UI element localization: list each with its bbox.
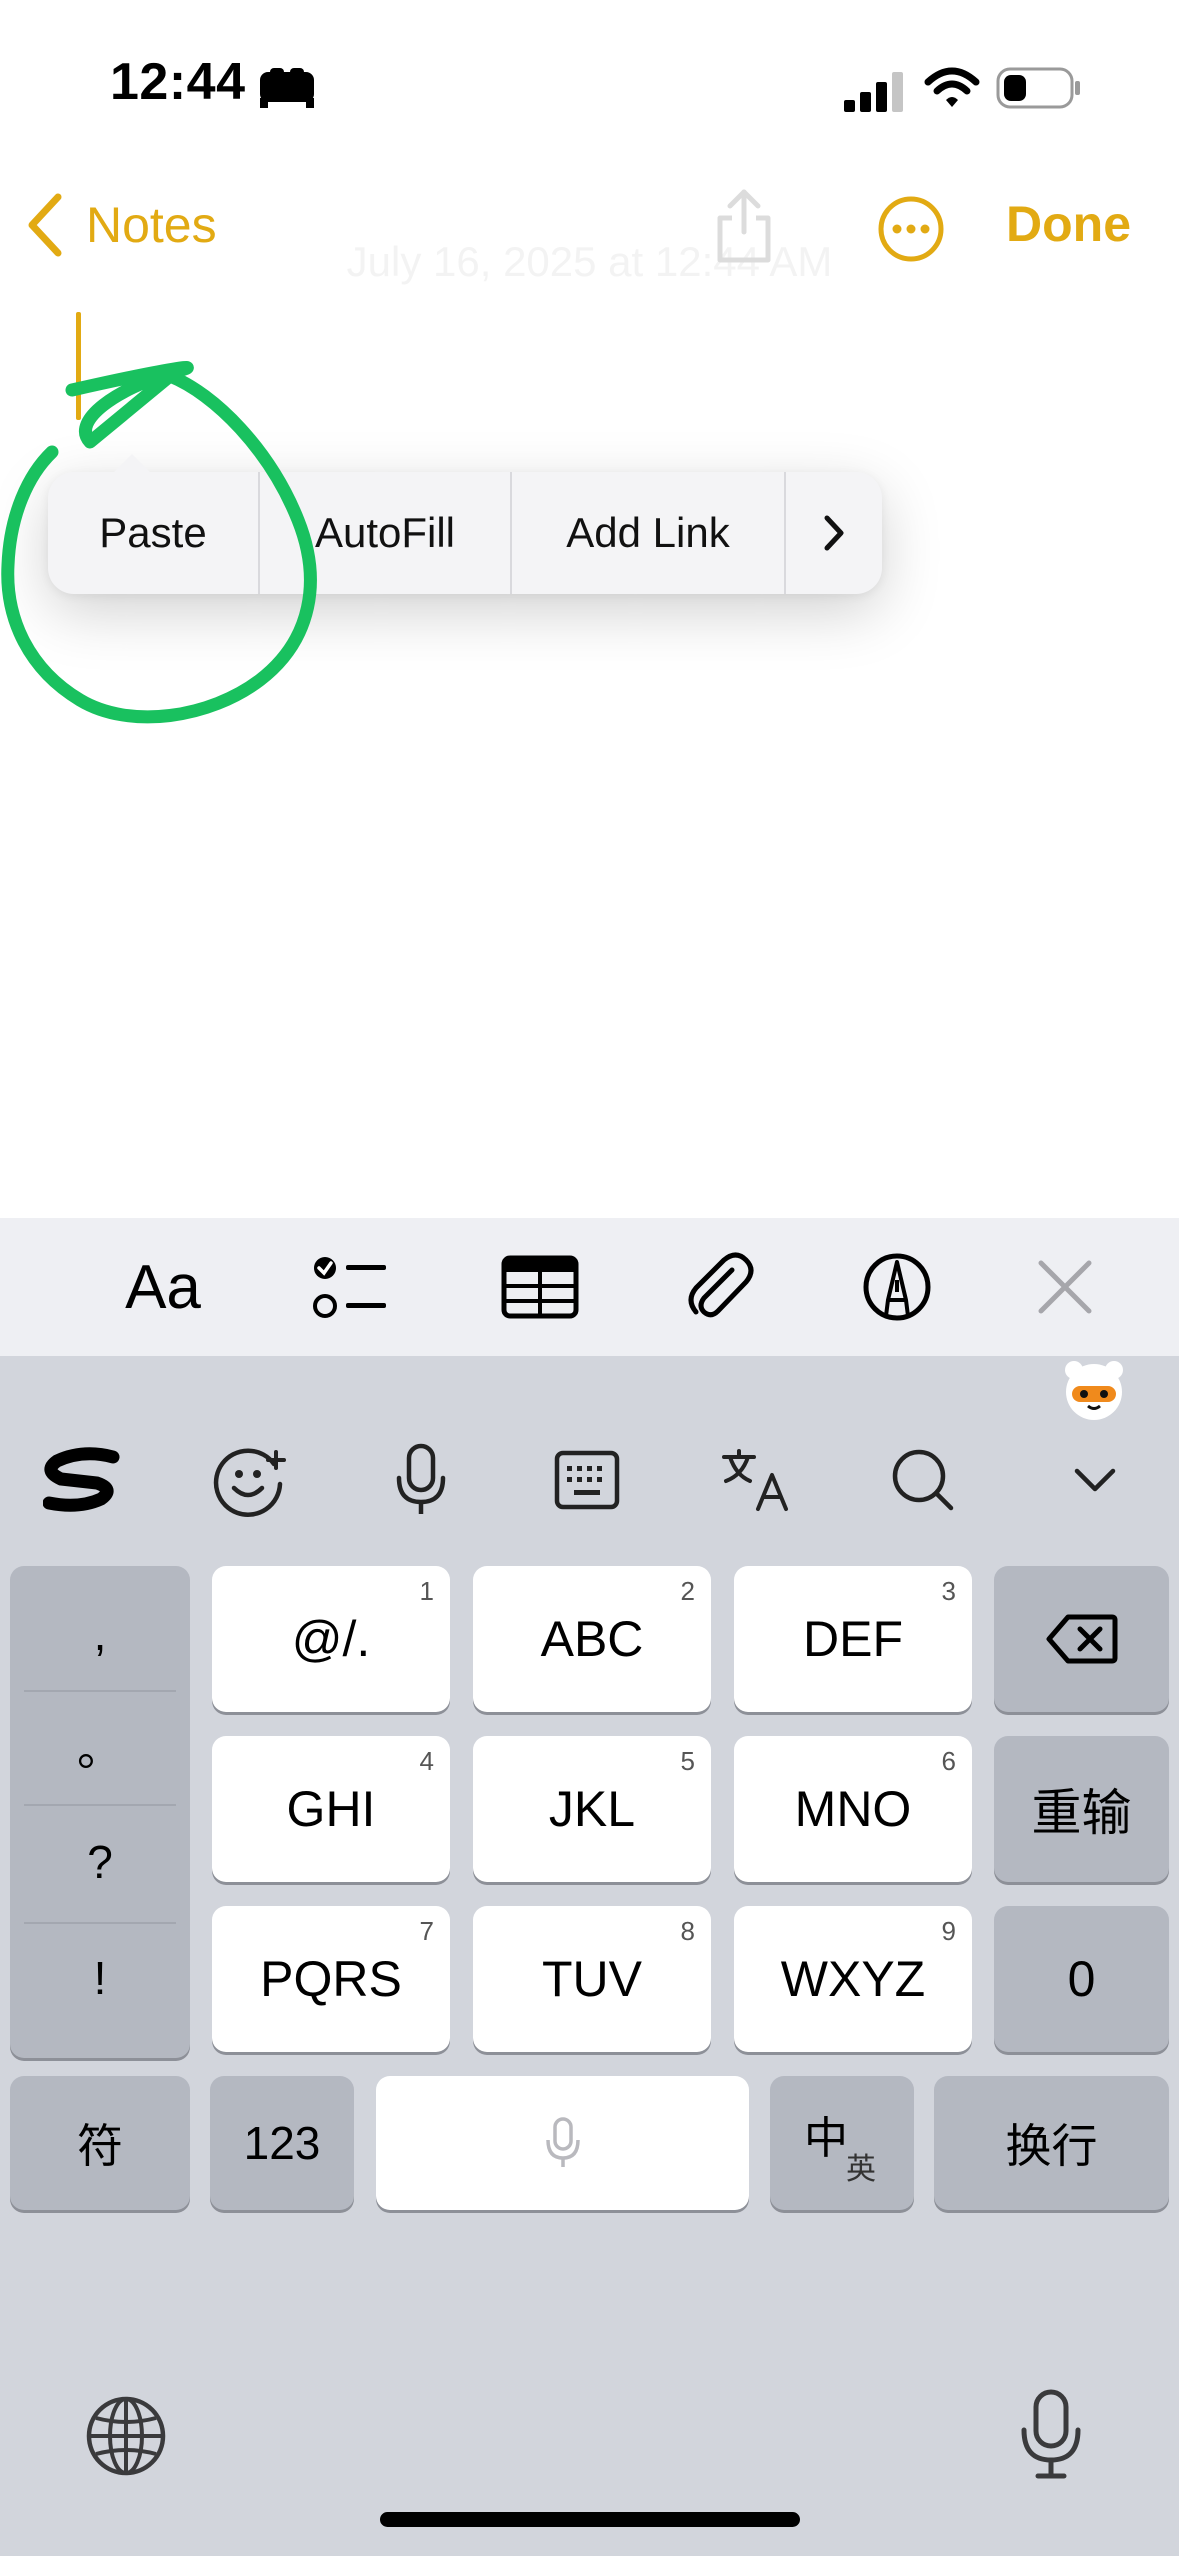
home-indicator bbox=[380, 2512, 800, 2527]
collapse-keyboard-button[interactable] bbox=[1050, 1435, 1140, 1525]
emoji-icon bbox=[213, 1448, 286, 1517]
key-label: PQRS bbox=[260, 1951, 402, 2007]
key-digit: 4 bbox=[419, 1746, 434, 1776]
numbers-key[interactable]: 123 bbox=[210, 2076, 354, 2210]
microphone-icon bbox=[545, 2117, 580, 2167]
key-7[interactable]: PQRS 7 bbox=[212, 1906, 450, 2052]
key-digit: 6 bbox=[941, 1746, 956, 1776]
search-button[interactable] bbox=[878, 1435, 968, 1525]
text-style-button[interactable]: Aa bbox=[118, 1245, 208, 1329]
key-9[interactable]: WXYZ 9 bbox=[734, 1906, 972, 2052]
sogou-logo-icon bbox=[43, 1447, 120, 1512]
exclamation-key[interactable]: ! bbox=[10, 1922, 190, 2034]
cellular-signal-icon bbox=[844, 72, 903, 112]
key-5[interactable]: JKL 5 bbox=[473, 1736, 711, 1882]
key-3[interactable]: DEF 3 bbox=[734, 1566, 972, 1712]
more-options-icon[interactable] bbox=[876, 194, 946, 264]
key-digit: 5 bbox=[680, 1746, 695, 1776]
key-digit: 1 bbox=[419, 1576, 434, 1606]
key-6[interactable]: MNO 6 bbox=[734, 1736, 972, 1882]
table-button[interactable] bbox=[495, 1245, 585, 1329]
comma-key[interactable]: , bbox=[10, 1578, 190, 1690]
checklist-button[interactable] bbox=[305, 1245, 395, 1329]
symbols-key[interactable]: 符 bbox=[10, 2076, 190, 2210]
key-label: DEF bbox=[803, 1611, 903, 1667]
close-icon bbox=[1038, 1260, 1092, 1314]
key-1[interactable]: @/. 1 bbox=[212, 1566, 450, 1712]
key-label: MNO bbox=[794, 1781, 912, 1837]
key-digit: 7 bbox=[419, 1916, 434, 1946]
menu-pointer bbox=[112, 454, 152, 474]
key-label: JKL bbox=[548, 1781, 636, 1837]
key-digit: 3 bbox=[941, 1576, 956, 1606]
autofill-menu-item[interactable]: AutoFill bbox=[260, 472, 510, 594]
key-label: @/. bbox=[291, 1611, 371, 1667]
period-key[interactable]: 。 bbox=[10, 1690, 190, 1802]
hand-drawn-circle-annotation bbox=[1, 361, 317, 724]
paste-menu-item[interactable]: Paste bbox=[48, 472, 258, 594]
punctuation-column: , 。 ? ! bbox=[10, 1566, 190, 2058]
add-link-menu-item[interactable]: Add Link bbox=[512, 472, 784, 594]
checklist-icon bbox=[313, 1257, 386, 1318]
language-toggle-key[interactable]: 中 英 bbox=[770, 2076, 914, 2210]
done-button[interactable]: Done bbox=[1006, 195, 1131, 253]
return-key[interactable]: 换行 bbox=[934, 2076, 1169, 2210]
reinput-key[interactable]: 重输 bbox=[994, 1736, 1169, 1882]
translate-icon bbox=[722, 1449, 788, 1511]
key-digit: 2 bbox=[680, 1576, 695, 1606]
chevron-down-icon bbox=[1074, 1468, 1116, 1492]
markup-pen-icon bbox=[863, 1253, 931, 1321]
dictation-icon[interactable] bbox=[1018, 2388, 1084, 2480]
key-4[interactable]: GHI 4 bbox=[212, 1736, 450, 1882]
key-label: TUV bbox=[542, 1951, 642, 2007]
battery-icon bbox=[996, 67, 1080, 109]
search-icon bbox=[892, 1449, 954, 1511]
note-date: July 16, 2025 at 12:44 AM bbox=[346, 238, 833, 285]
key-label: GHI bbox=[286, 1781, 376, 1837]
markup-button[interactable] bbox=[852, 1245, 942, 1329]
key-2[interactable]: ABC 2 bbox=[473, 1566, 711, 1712]
lang-sub-label: 英 bbox=[846, 2153, 876, 2186]
key-label: ABC bbox=[540, 1611, 644, 1667]
text-cursor bbox=[76, 312, 81, 420]
wifi-icon bbox=[924, 67, 980, 107]
keyboard-icon bbox=[554, 1450, 620, 1510]
key-digit: 9 bbox=[941, 1916, 956, 1946]
delete-key[interactable] bbox=[994, 1566, 1169, 1712]
zero-key[interactable]: 0 bbox=[994, 1906, 1169, 2052]
edit-context-menu: Paste AutoFill Add Link bbox=[48, 472, 882, 594]
sogou-logo-button[interactable] bbox=[38, 1435, 128, 1525]
lang-main-label: 中 bbox=[804, 2114, 848, 2163]
emoji-button[interactable] bbox=[205, 1435, 295, 1525]
microphone-icon bbox=[396, 1443, 446, 1514]
chevron-right-icon bbox=[824, 515, 844, 551]
menu-more-button[interactable] bbox=[786, 472, 882, 594]
key-digit: 8 bbox=[680, 1916, 695, 1946]
status-time: 12:44 bbox=[110, 53, 246, 111]
close-toolbar-button[interactable] bbox=[1020, 1245, 1110, 1329]
key-label: WXYZ bbox=[780, 1951, 926, 2007]
space-key[interactable] bbox=[376, 2076, 749, 2210]
translate-button[interactable] bbox=[710, 1435, 800, 1525]
table-icon bbox=[501, 1255, 579, 1319]
attachment-button[interactable] bbox=[676, 1245, 766, 1329]
voice-input-button[interactable] bbox=[376, 1435, 466, 1525]
share-icon[interactable] bbox=[712, 186, 776, 266]
paperclip-icon bbox=[688, 1252, 754, 1318]
globe-icon[interactable] bbox=[84, 2394, 168, 2478]
keyboard-switch-button[interactable] bbox=[542, 1435, 632, 1525]
question-key[interactable]: ? bbox=[10, 1806, 190, 1918]
key-8[interactable]: TUV 8 bbox=[473, 1906, 711, 2052]
backspace-icon bbox=[1046, 1614, 1117, 1664]
sogou-mascot-icon[interactable] bbox=[1058, 1356, 1130, 1422]
sleep-focus-icon bbox=[260, 68, 314, 108]
